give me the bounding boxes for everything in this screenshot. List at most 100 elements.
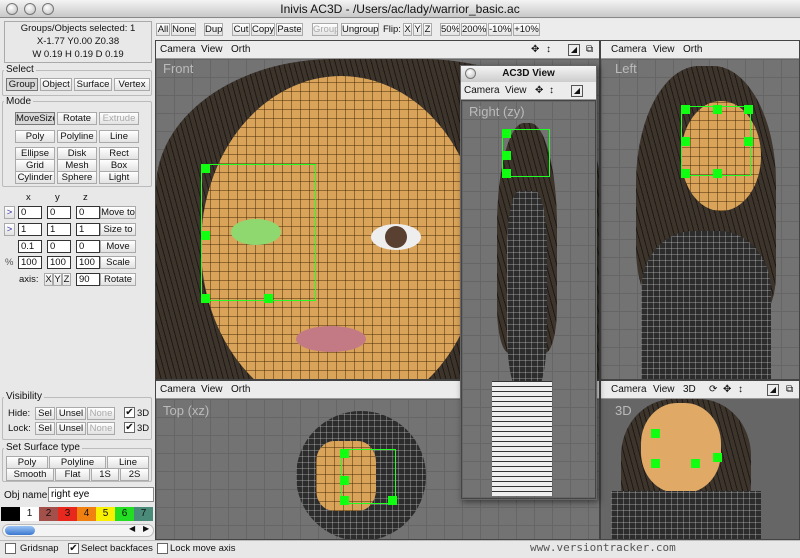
flip-x-button[interactable]: X — [403, 23, 412, 36]
flip-y-button[interactable]: Y — [413, 23, 422, 36]
cylinder-button[interactable]: Cylinder — [15, 171, 55, 184]
move-x-field[interactable]: 0.1 — [18, 240, 42, 253]
select-all-button[interactable]: All — [156, 23, 170, 36]
dup-button[interactable]: Dup — [204, 23, 223, 36]
rotate-view-icon[interactable]: ⟳ — [709, 381, 717, 399]
select-none-button[interactable]: None — [171, 23, 196, 36]
one-sided-button[interactable]: 1S — [91, 468, 119, 481]
move-to-z-field[interactable]: 0 — [76, 206, 100, 219]
front-orth-menu[interactable]: Orth — [231, 41, 250, 59]
color-swatch-1[interactable]: 1 — [20, 507, 39, 521]
floating-camera-menu[interactable]: Camera — [464, 82, 500, 100]
3d-maximize-icon[interactable]: ◢ — [767, 384, 779, 396]
move-z-field[interactable]: 0 — [76, 240, 100, 253]
lock-unsel-button[interactable]: Unsel — [56, 422, 86, 435]
move-y-field[interactable]: 0 — [47, 240, 71, 253]
scale-z-field[interactable]: 100 — [76, 256, 100, 269]
size-to-y-field[interactable]: 1 — [47, 223, 71, 236]
front-camera-menu[interactable]: Camera — [160, 41, 196, 59]
color-swatch-7[interactable]: 7 — [134, 507, 153, 521]
move-to-x-field[interactable]: 0 — [18, 206, 42, 219]
zoom-plus-10-button[interactable]: +10% — [513, 23, 540, 36]
color-swatch-5[interactable]: 5 — [96, 507, 115, 521]
zoom-minus-10-button[interactable]: -10% — [488, 23, 512, 36]
rotate-button[interactable]: Rotate — [100, 273, 136, 286]
3d-mode-menu[interactable]: 3D — [683, 381, 696, 399]
select-backfaces-checkbox[interactable]: ✔ — [68, 543, 79, 554]
scale-button[interactable]: Scale — [100, 256, 136, 269]
right-viewport[interactable]: Right (zy) — [461, 100, 596, 499]
lock-sel-button[interactable]: Sel — [35, 422, 55, 435]
float-view-icon[interactable]: ⧉ — [586, 41, 593, 59]
top-view-menu[interactable]: View — [201, 381, 223, 399]
zoom-button[interactable] — [42, 3, 54, 15]
group-button[interactable]: Group — [312, 23, 338, 36]
3d-camera-menu[interactable]: Camera — [611, 381, 647, 399]
scale-x-field[interactable]: 100 — [18, 256, 42, 269]
zoom-arrows-icon[interactable]: ↕ — [546, 41, 551, 59]
hide-3d-checkbox[interactable]: ✔ — [124, 407, 135, 418]
top-orth-menu[interactable]: Orth — [231, 381, 250, 399]
color-swatch-4[interactable]: 4 — [77, 507, 96, 521]
floating-pan-icon[interactable]: ✥ — [535, 82, 543, 100]
close-button[interactable] — [6, 3, 18, 15]
3d-view-menu[interactable]: View — [653, 381, 675, 399]
paste-button[interactable]: Paste — [276, 23, 303, 36]
top-camera-menu[interactable]: Camera — [160, 381, 196, 399]
move-to-y-field[interactable]: 0 — [47, 206, 71, 219]
axis-x-button[interactable]: X — [44, 273, 53, 286]
scrollbar-thumb[interactable] — [5, 526, 35, 535]
copy-button[interactable]: Copy — [251, 23, 275, 36]
gridsnap-checkbox[interactable] — [5, 543, 16, 554]
pan-icon[interactable]: ✥ — [531, 41, 539, 59]
axis-z-button[interactable]: Z — [62, 273, 71, 286]
color-swatch-3[interactable]: 3 — [58, 507, 77, 521]
front-view-menu[interactable]: View — [201, 41, 223, 59]
floating-maximize-icon[interactable]: ◢ — [571, 85, 583, 97]
floating-zoom-icon[interactable]: ↕ — [549, 82, 554, 100]
flat-button[interactable]: Flat — [55, 468, 90, 481]
color-swatch-2[interactable]: 2 — [39, 507, 58, 521]
movesize-button[interactable]: MoveSize — [15, 112, 55, 125]
scroll-right-icon[interactable]: ▶ — [143, 524, 149, 533]
floating-close-button[interactable] — [465, 68, 476, 79]
select-vertex-button[interactable]: Vertex — [114, 78, 150, 91]
extrude-button[interactable]: Extrude — [99, 112, 139, 125]
move-button[interactable]: Move — [100, 240, 136, 253]
scroll-left-icon[interactable]: ◀ — [129, 524, 135, 533]
ungroup-button[interactable]: Ungroup — [341, 23, 379, 36]
minimize-button[interactable] — [24, 3, 36, 15]
obj-name-input[interactable] — [48, 487, 154, 502]
palette-scrollbar[interactable]: ◀ ▶ — [2, 524, 154, 537]
floating-view-window[interactable]: AC3D View Camera View ✥ ↕ ◢ Right (zy) — [460, 65, 597, 500]
size-to-arrow-button[interactable]: > — [4, 223, 15, 236]
lock-move-axis-checkbox[interactable] — [157, 543, 168, 554]
color-swatch-6[interactable]: 6 — [115, 507, 134, 521]
select-surface-button[interactable]: Surface — [74, 78, 112, 91]
light-button[interactable]: Light — [99, 171, 139, 184]
scale-y-field[interactable]: 100 — [47, 256, 71, 269]
color-swatch-0[interactable] — [1, 507, 20, 521]
floating-window-titlebar[interactable]: AC3D View — [461, 66, 596, 82]
move-to-arrow-button[interactable]: > — [4, 206, 15, 219]
3d-pan-icon[interactable]: ✥ — [723, 381, 731, 399]
select-object-button[interactable]: Object — [40, 78, 72, 91]
size-to-button[interactable]: Size to — [100, 223, 136, 236]
flip-z-button[interactable]: Z — [423, 23, 432, 36]
left-orth-menu[interactable]: Orth — [683, 41, 702, 59]
cut-button[interactable]: Cut — [232, 23, 250, 36]
sphere-button[interactable]: Sphere — [57, 171, 97, 184]
line-button[interactable]: Line — [99, 130, 139, 143]
two-sided-button[interactable]: 2S — [120, 468, 149, 481]
hide-none-button[interactable]: None — [87, 407, 115, 420]
floating-view-menu[interactable]: View — [505, 82, 527, 100]
rotate-mode-button[interactable]: Rotate — [57, 112, 97, 125]
zoom-50-button[interactable]: 50% — [440, 23, 460, 36]
left-view-menu[interactable]: View — [653, 41, 675, 59]
polyline-button[interactable]: Polyline — [57, 130, 97, 143]
smooth-button[interactable]: Smooth — [6, 468, 54, 481]
3d-float-icon[interactable]: ⧉ — [786, 381, 793, 399]
rotate-angle-field[interactable]: 90 — [76, 273, 100, 286]
axis-y-button[interactable]: Y — [53, 273, 62, 286]
left-camera-menu[interactable]: Camera — [611, 41, 647, 59]
